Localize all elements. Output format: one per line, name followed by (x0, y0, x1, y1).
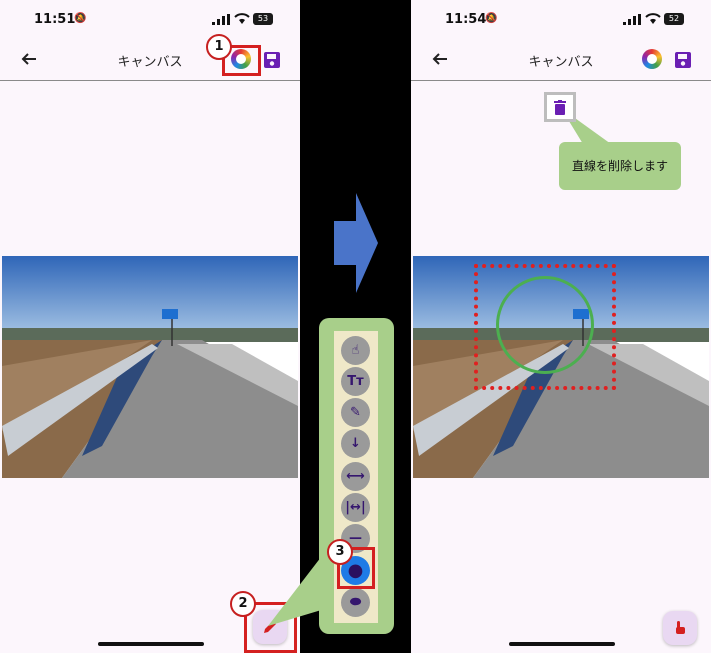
step-badge-2: 2 (230, 591, 256, 617)
bell-muted-icon: 🔕 (485, 13, 498, 24)
signal-icon (212, 14, 230, 25)
battery-indicator: 52 (664, 13, 684, 25)
drawing-canvas[interactable] (0, 80, 300, 653)
road-photo (2, 256, 298, 478)
color-palette-icon[interactable] (642, 49, 662, 69)
save-icon[interactable] (263, 51, 281, 69)
home-indicator (98, 642, 204, 646)
drawn-circle-shape[interactable] (496, 276, 594, 374)
hand-tool-fab[interactable] (663, 611, 697, 645)
ellipse-tool-icon[interactable]: ⬬ (341, 588, 370, 617)
signal-icon (623, 14, 641, 25)
status-time: 11:54 (445, 12, 487, 27)
app-bar: キャンバス (411, 40, 711, 80)
phone-screen-right: 11:54 🔕 52 キャンバス 直線を削除します (411, 0, 711, 653)
delete-button[interactable] (544, 92, 576, 122)
wifi-icon (645, 13, 661, 24)
step-badge-1: 1 (206, 34, 232, 60)
step-badge-3: 3 (327, 539, 353, 565)
text-tool-icon[interactable]: Tт (341, 367, 370, 396)
hand-tool-icon[interactable]: ☝ (341, 336, 370, 365)
home-indicator (509, 642, 615, 646)
status-bar: 11:54 🔕 52 (411, 0, 711, 38)
phone-screen-left: 11:51 🔕 53 キャンバス (0, 0, 300, 653)
page-title: キャンバス (528, 55, 594, 70)
dimension-tool-icon[interactable]: |↔| (341, 493, 370, 522)
save-icon[interactable] (674, 51, 692, 69)
pen-tool-icon[interactable]: ✎ (341, 398, 370, 427)
hand-pointer-icon (676, 621, 685, 634)
battery-indicator: 53 (253, 13, 273, 25)
arrow-tool-icon[interactable]: ↓ (341, 429, 370, 458)
double-arrow-tool-icon[interactable]: ⟷ (341, 462, 370, 491)
status-bar: 11:51 🔕 53 (0, 0, 300, 38)
next-step-arrow-icon (334, 193, 378, 293)
trash-icon (554, 100, 566, 115)
wifi-icon (234, 13, 250, 24)
status-time: 11:51 (34, 12, 76, 27)
tooltip-delete-line: 直線を削除します (559, 142, 681, 190)
bell-muted-icon: 🔕 (74, 13, 87, 24)
